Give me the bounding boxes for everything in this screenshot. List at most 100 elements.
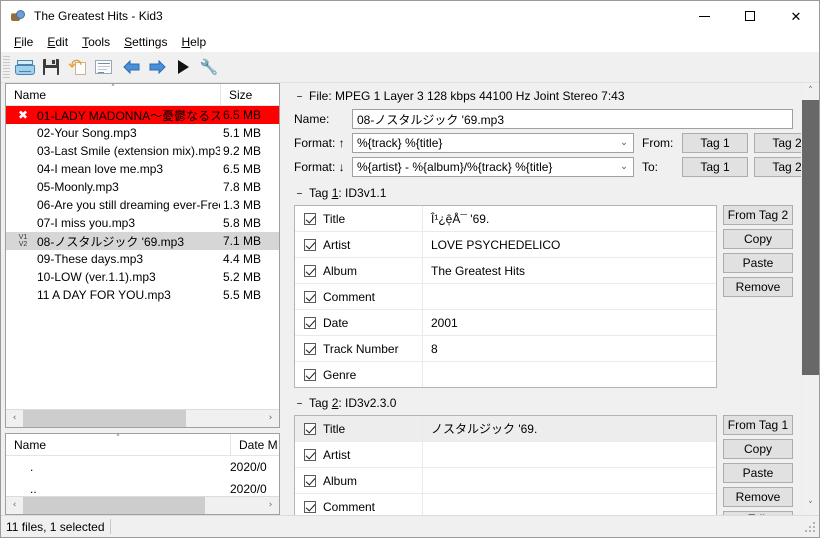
next-button[interactable] (144, 54, 170, 80)
file-info-section-header[interactable]: – File: MPEG 1 Layer 3 128 kbps 44100 Hz… (294, 89, 793, 103)
dir-scroll-right-button[interactable]: › (262, 497, 279, 514)
scroll-right-button[interactable]: › (262, 410, 279, 427)
resize-grip-icon[interactable] (803, 519, 817, 534)
dir-scroll-left-button[interactable]: ‹ (6, 497, 23, 514)
tag2-table[interactable]: Title ノスタルジック '69. Artist Album Comment (294, 415, 717, 515)
file-list-row[interactable]: 11 A DAY FOR YOU.mp3 5.5 MB (6, 286, 279, 304)
column-header-name[interactable]: Name ˄ (6, 84, 220, 105)
tag-field-checkbox[interactable] (304, 264, 316, 277)
tag-field-name-cell[interactable]: Title (295, 206, 423, 231)
tag-field-checkbox[interactable] (304, 238, 316, 251)
column-header-size[interactable]: Size (220, 84, 279, 105)
tag-field-checkbox[interactable] (304, 448, 316, 461)
scroll-up-button[interactable]: ˄ (802, 83, 819, 100)
tag-editor-vscrollbar[interactable]: ˄ ˅ (801, 83, 819, 515)
open-button[interactable] (12, 54, 38, 80)
file-list-row[interactable]: ✖ 01-LADY MADONNA～憂鬱なるスパイダー～.mp36.5 MB (6, 106, 279, 124)
tag-field-value-cell[interactable]: 2001 (423, 310, 716, 335)
tag-field-name-cell[interactable]: Title (295, 416, 423, 441)
from-tag2-button[interactable]: Tag 2 (754, 133, 801, 153)
tag-field-name-cell[interactable]: Track Number (295, 336, 423, 361)
tag-field-row[interactable]: Artist LOVE PSYCHEDELICO (295, 232, 716, 258)
tag-field-value-cell[interactable]: 8 (423, 336, 716, 361)
tag-field-row[interactable]: Title Î¹¿ê̦Å¯ '69. (295, 206, 716, 232)
tag2-paste-button[interactable]: Paste (723, 463, 793, 483)
tag1-remove-button[interactable]: Remove (723, 277, 793, 297)
file-list-row[interactable]: 10-LOW (ver.1.1).mp3 5.2 MB (6, 268, 279, 286)
file-list-row[interactable]: 05-Moonly.mp3 7.8 MB (6, 178, 279, 196)
settings-button[interactable]: 🔧 (196, 54, 222, 80)
tag-field-name-cell[interactable]: Album (295, 258, 423, 283)
directory-list-hscrollbar[interactable]: ‹ › (6, 496, 279, 514)
revert-button[interactable]: ↶ (64, 54, 90, 80)
to-tag1-button[interactable]: Tag 1 (682, 157, 748, 177)
tag-field-value-cell[interactable]: The Greatest Hits (423, 258, 716, 283)
tag-field-row[interactable]: Comment (295, 284, 716, 310)
from-tag1-button[interactable]: Tag 1 (682, 133, 748, 153)
tag-field-value-cell[interactable]: Î¹¿ê̦Å¯ '69. (423, 206, 716, 231)
tag-field-value-cell[interactable] (423, 362, 716, 387)
tag-field-checkbox[interactable] (304, 342, 316, 355)
to-tag2-button[interactable]: Tag 2 (754, 157, 801, 177)
save-button[interactable] (38, 54, 64, 80)
tag-field-row[interactable]: Date 2001 (295, 310, 716, 336)
tag1-copy-button[interactable]: Copy (723, 229, 793, 249)
tag1-paste-button[interactable]: Paste (723, 253, 793, 273)
tag-field-name-cell[interactable]: Comment (295, 284, 423, 309)
toolbar-grip[interactable] (3, 56, 10, 78)
tag-field-checkbox[interactable] (304, 368, 316, 381)
tag-field-row[interactable]: Track Number 8 (295, 336, 716, 362)
tag-field-row[interactable]: Album (295, 468, 716, 494)
tag-field-name-cell[interactable]: Genre (295, 362, 423, 387)
scroll-left-button[interactable]: ‹ (6, 410, 23, 427)
file-list-hscrollbar[interactable]: ‹ › (6, 409, 279, 427)
file-list-row[interactable]: 04-I mean love me.mp3 6.5 MB (6, 160, 279, 178)
tag1-from-tag-2-button[interactable]: From Tag 2 (723, 205, 793, 225)
collapse-icon[interactable]: – (294, 89, 305, 103)
tag-field-value-cell[interactable] (423, 284, 716, 309)
tag1-table[interactable]: Title Î¹¿ê̦Å¯ '69. Artist LOVE PSYCHEDELICO… (294, 205, 717, 388)
tag1-collapse-icon[interactable]: – (294, 186, 305, 200)
format-up-combobox[interactable]: %{track} %{title} ⌄ (352, 133, 634, 153)
file-list-row[interactable]: V1 V2 08-ノスタルジック '69.mp3 7.1 MB (6, 232, 279, 250)
menu-edit[interactable]: Edit (40, 33, 75, 51)
tag-field-checkbox[interactable] (304, 500, 316, 513)
dir-column-header-date[interactable]: Date M (230, 434, 279, 455)
tag-field-name-cell[interactable]: Album (295, 468, 423, 493)
tag-field-checkbox[interactable] (304, 290, 316, 303)
vscroll-thumb[interactable] (802, 100, 819, 375)
play-button[interactable] (170, 54, 196, 80)
file-list-row[interactable]: 03-Last Smile (extension mix).mp3 9.2 MB (6, 142, 279, 160)
tag-field-value-cell[interactable] (423, 494, 716, 515)
tag1-section-header[interactable]: – Tag 1: ID3v1.1 (294, 186, 793, 200)
maximize-button[interactable] (727, 1, 773, 31)
file-list-row[interactable]: 07-I miss you.mp3 5.8 MB (6, 214, 279, 232)
tag-field-name-cell[interactable]: Artist (295, 232, 423, 257)
menu-tools[interactable]: Tools (75, 33, 117, 51)
minimize-button[interactable] (681, 1, 727, 31)
previous-button[interactable] (118, 54, 144, 80)
tag-field-checkbox[interactable] (304, 316, 316, 329)
vscroll-track[interactable] (802, 100, 819, 498)
tag-field-value-cell[interactable]: ノスタルジック '69. (423, 416, 716, 441)
directory-list-row[interactable]: .. 2020/0 (6, 478, 279, 496)
file-list-row[interactable]: 09-These days.mp3 4.4 MB (6, 250, 279, 268)
tag2-remove-button[interactable]: Remove (723, 487, 793, 507)
tag-field-row[interactable]: Album The Greatest Hits (295, 258, 716, 284)
menu-help[interactable]: Help (174, 33, 213, 51)
file-list-row[interactable]: 02-Your Song.mp3 5.1 MB (6, 124, 279, 142)
tag-field-checkbox[interactable] (304, 474, 316, 487)
close-button[interactable]: ✕ (773, 1, 819, 31)
tag-field-checkbox[interactable] (304, 422, 316, 435)
file-list-row[interactable]: 06-Are you still dreaming ever-Free ? .m… (6, 196, 279, 214)
directory-list-row[interactable]: . 2020/0 (6, 456, 279, 478)
chevron-down-icon[interactable]: ⌄ (615, 138, 633, 148)
dir-hscroll-track[interactable] (23, 497, 262, 514)
tag-field-row[interactable]: Title ノスタルジック '69. (295, 416, 716, 442)
tag-field-row[interactable]: Genre (295, 362, 716, 387)
tag-field-value-cell[interactable] (423, 468, 716, 493)
file-list-body[interactable]: ✖01-LADY MADONNA～憂鬱なるスパイダー～.mp36.5 MB02-… (6, 106, 279, 409)
tag2-section-header[interactable]: – Tag 2: ID3v2.3.0 (294, 396, 793, 410)
scroll-down-button[interactable]: ˅ (802, 498, 819, 515)
tag2-collapse-icon[interactable]: – (294, 396, 305, 410)
